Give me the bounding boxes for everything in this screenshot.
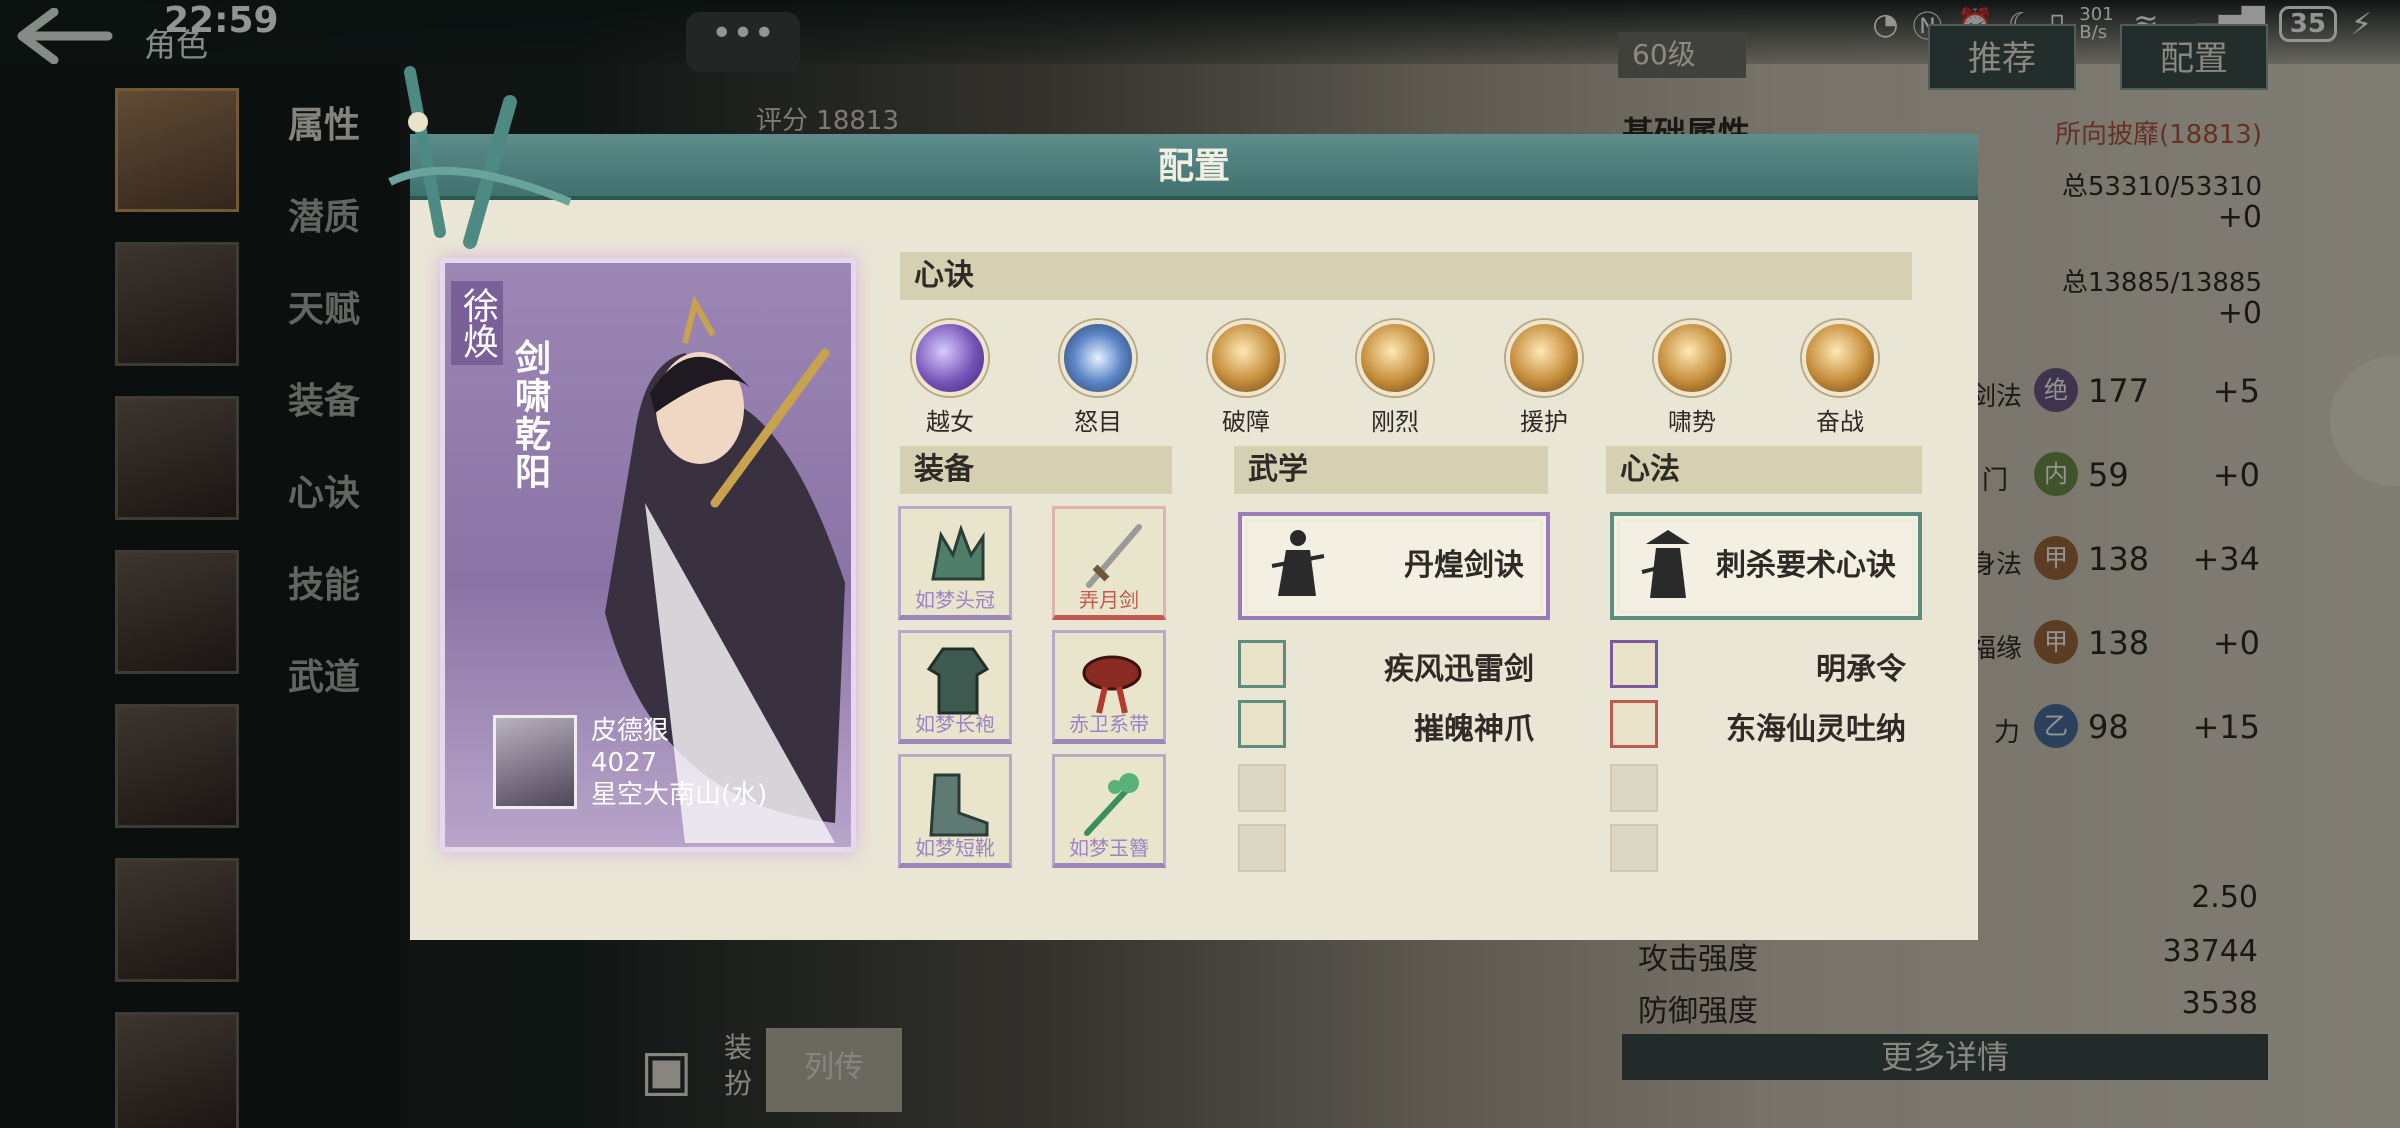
player-info: 皮德狠 4027 星空大南山(水) bbox=[493, 715, 833, 815]
martial-sub-skill-name: 疾风迅雷剑 bbox=[1384, 652, 1534, 687]
heart-method-main-skill-name: 刺杀要术心诀 bbox=[1716, 548, 1896, 583]
equipment-grid: 如梦头冠 弄月剑 如梦长袍 赤卫系带 如梦短靴 如梦玉簪 bbox=[898, 506, 1188, 886]
fist-icon bbox=[1208, 320, 1284, 396]
crown-icon bbox=[931, 524, 985, 581]
heart-skill-label: 刚烈 bbox=[1371, 408, 1419, 436]
martial-arts-header: 武学 bbox=[1234, 446, 1548, 494]
tiger-icon bbox=[1654, 320, 1730, 396]
player-avatar bbox=[493, 715, 577, 809]
heart-skill[interactable]: 越女 bbox=[890, 320, 1010, 437]
empty-martial-slot[interactable] bbox=[1238, 824, 1286, 872]
martial-sub-skill-name: 摧魄神爪 bbox=[1414, 712, 1534, 747]
lotus-emblem-icon bbox=[1610, 700, 1658, 748]
player-server: 星空大南山(水) bbox=[591, 780, 768, 810]
heart-skill-label: 啸势 bbox=[1668, 408, 1716, 436]
equipment-slot[interactable]: 如梦玉簪 bbox=[1052, 754, 1166, 868]
eye-icon bbox=[1060, 320, 1136, 396]
heart-skill-label: 越女 bbox=[926, 408, 974, 436]
heart-skill-label: 奋战 bbox=[1816, 408, 1864, 436]
boots-icon bbox=[929, 773, 989, 837]
martial-main-skill-name: 丹煌剑诀 bbox=[1404, 548, 1524, 583]
crossed-swords-icon bbox=[388, 66, 572, 249]
heart-method-sub-skill-name: 东海仙灵吐纳 bbox=[1726, 712, 1906, 747]
character-title: 剑啸乾阳 bbox=[509, 339, 550, 491]
equipment-slot[interactable]: 如梦长袍 bbox=[898, 630, 1012, 744]
modal-title: 配置 bbox=[1157, 146, 1230, 187]
character-name: 徐焕 bbox=[451, 281, 503, 365]
heart-skill-label: 怒目 bbox=[1074, 408, 1122, 436]
claw-pose-icon bbox=[1238, 700, 1286, 748]
martial-pose-icon bbox=[1238, 640, 1286, 688]
equipment-label: 如梦头冠 bbox=[915, 588, 995, 612]
heart-method-sub-skill[interactable]: 东海仙灵吐纳 bbox=[1610, 700, 1922, 748]
warrior-icon bbox=[1802, 320, 1878, 396]
crescent-icon bbox=[912, 320, 988, 396]
meditation-icon bbox=[1610, 640, 1658, 688]
equipment-label: 如梦短靴 bbox=[915, 836, 995, 860]
martial-sub-skill[interactable]: 疾风迅雷剑 bbox=[1238, 640, 1550, 688]
player-id: 4027 bbox=[591, 748, 658, 778]
player-text: 皮德狠 4027 星空大南山(水) bbox=[591, 715, 767, 811]
heart-skill[interactable]: 刚烈 bbox=[1335, 320, 1455, 437]
heart-skill[interactable]: 破障 bbox=[1186, 320, 1306, 437]
hairpin-icon bbox=[1084, 773, 1139, 836]
robe-icon bbox=[926, 647, 990, 715]
equipment-label: 如梦玉簪 bbox=[1069, 836, 1149, 860]
heart-skill[interactable]: 奋战 bbox=[1780, 320, 1900, 437]
equipment-slot[interactable]: 如梦短靴 bbox=[898, 754, 1012, 868]
equipment-label: 弄月剑 bbox=[1079, 588, 1139, 612]
heart-method-sub-skill[interactable]: 明承令 bbox=[1610, 640, 1922, 688]
sword-icon bbox=[1086, 524, 1142, 588]
empty-heart-method-slot[interactable] bbox=[1610, 824, 1658, 872]
assassin-figure-icon bbox=[1641, 530, 1690, 598]
equipment-header: 装备 bbox=[900, 446, 1172, 494]
equipment-slot[interactable]: 弄月剑 bbox=[1052, 506, 1166, 620]
hand-icon bbox=[1506, 320, 1582, 396]
character-card: 徐焕 剑啸乾阳 皮德狠 4027 星空大南山(水) bbox=[440, 258, 856, 852]
martial-sub-skill[interactable]: 摧魄神爪 bbox=[1238, 700, 1550, 748]
heart-skill[interactable]: 援护 bbox=[1484, 320, 1604, 437]
mask-icon bbox=[1357, 320, 1433, 396]
heart-method-header: 心法 bbox=[1606, 446, 1922, 494]
heart-skill[interactable]: 啸势 bbox=[1632, 320, 1752, 437]
heart-skill-list: 越女 怒目 破障 刚烈 援护 啸势 奋战 bbox=[908, 320, 1898, 436]
equipment-label: 如梦长袍 bbox=[915, 712, 995, 736]
heart-skill[interactable]: 怒目 bbox=[1038, 320, 1158, 437]
martial-main-skill[interactable]: 丹煌剑诀 bbox=[1238, 512, 1550, 620]
empty-martial-slot[interactable] bbox=[1238, 764, 1286, 812]
equipment-slot[interactable]: 赤卫系带 bbox=[1052, 630, 1166, 744]
swordsman-figure-icon bbox=[1271, 530, 1325, 596]
heart-skill-label: 破障 bbox=[1222, 408, 1270, 436]
config-modal: 配置 徐焕 剑啸乾阳 皮德狠 4027 星空大南山(水) 心诀 越女 怒目 破障… bbox=[388, 66, 1978, 940]
heart-skills-header: 心诀 bbox=[900, 252, 1912, 300]
equipment-slot[interactable]: 如梦头冠 bbox=[898, 506, 1012, 620]
equipment-label: 赤卫系带 bbox=[1069, 712, 1149, 736]
empty-heart-method-slot[interactable] bbox=[1610, 764, 1658, 812]
belt-icon bbox=[1082, 655, 1142, 714]
heart-skill-label: 援护 bbox=[1520, 408, 1568, 436]
player-name: 皮德狠 bbox=[591, 716, 670, 746]
heart-method-main-skill[interactable]: 刺杀要术心诀 bbox=[1610, 512, 1922, 620]
heart-method-sub-skill-name: 明承令 bbox=[1816, 652, 1906, 687]
